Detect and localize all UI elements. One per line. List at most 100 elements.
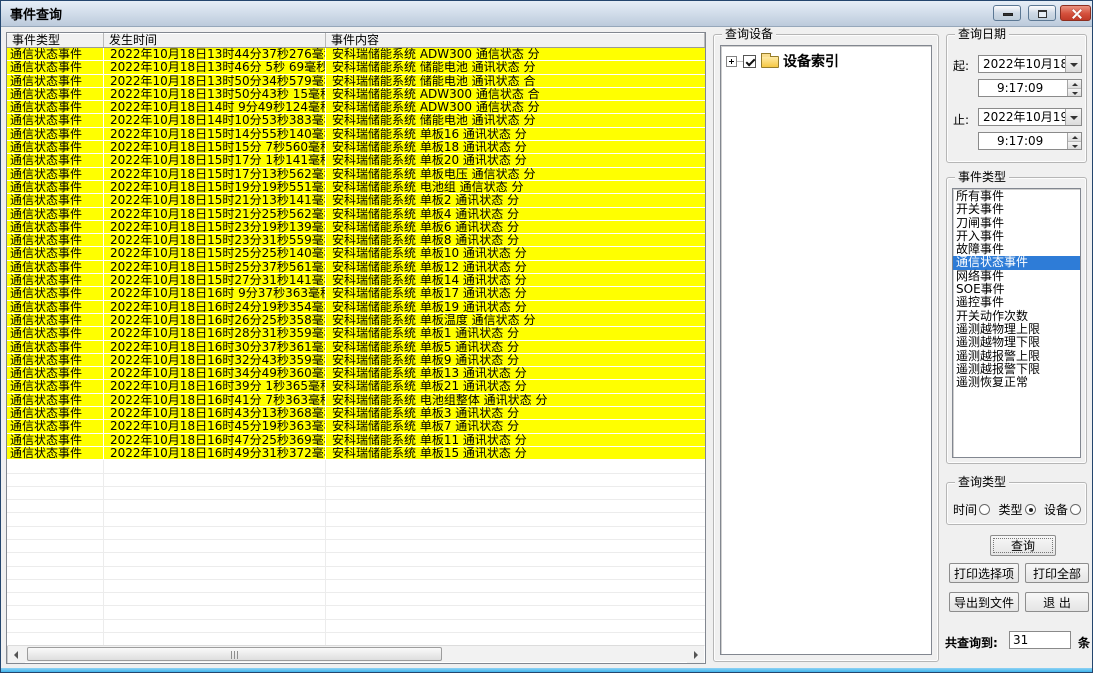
event-type-option[interactable]: 遥控事件 bbox=[953, 296, 1080, 309]
to-date-dropdown-button[interactable] bbox=[1065, 109, 1081, 125]
table-row[interactable]: 通信状态事件2022年10月18日16时26分25秒358毫秒安科瑞储能系统 单… bbox=[7, 314, 705, 327]
print-selected-button[interactable]: 打印选择项 bbox=[949, 563, 1019, 583]
spin-down-icon[interactable] bbox=[1068, 142, 1081, 150]
event-query-window: 事件查询 事件类型 发生时间 事件内容 通信状态事件2022年10月18日13时… bbox=[0, 0, 1093, 673]
scroll-right-button[interactable] bbox=[687, 646, 704, 663]
table-row[interactable]: 通信状态事件2022年10月18日15时25分37秒561毫秒安科瑞储能系统 单… bbox=[7, 261, 705, 274]
cell-content: 安科瑞储能系统 单板14 通讯状态 分 bbox=[326, 274, 705, 286]
cell-time: 2022年10月18日15时21分13秒141毫秒 bbox=[104, 194, 326, 206]
export-to-file-button[interactable]: 导出到文件 bbox=[949, 592, 1019, 612]
minimize-button[interactable] bbox=[993, 5, 1021, 21]
tree-expand-icon[interactable] bbox=[726, 56, 737, 67]
column-header-time[interactable]: 发生时间 bbox=[104, 33, 326, 47]
query-type-option[interactable]: 类型 bbox=[998, 501, 1035, 518]
table-row[interactable]: 通信状态事件2022年10月18日15时25分25秒140毫秒安科瑞储能系统 单… bbox=[7, 247, 705, 260]
table-row[interactable]: 通信状态事件2022年10月18日16时24分19秒354毫秒安科瑞储能系统 单… bbox=[7, 301, 705, 314]
cell-event-type: 通信状态事件 bbox=[7, 154, 104, 166]
scrollbar-thumb[interactable] bbox=[27, 647, 442, 661]
table-row[interactable]: 通信状态事件2022年10月18日16时28分31秒359毫秒安科瑞储能系统 单… bbox=[7, 327, 705, 340]
table-row[interactable]: 通信状态事件2022年10月18日15时21分13秒141毫秒安科瑞储能系统 单… bbox=[7, 194, 705, 207]
table-row[interactable]: 通信状态事件2022年10月18日16时49分31秒372毫秒安科瑞储能系统 单… bbox=[7, 447, 705, 460]
horizontal-scrollbar[interactable] bbox=[8, 645, 704, 662]
radio-button-icon[interactable] bbox=[1025, 504, 1036, 515]
event-type-option[interactable]: 开关动作次数 bbox=[953, 310, 1080, 323]
result-count-field[interactable] bbox=[1009, 631, 1071, 649]
table-row[interactable]: 通信状态事件2022年10月18日15时23分19秒139毫秒安科瑞储能系统 单… bbox=[7, 221, 705, 234]
event-type-option[interactable]: 遥测越报警上限 bbox=[953, 350, 1080, 363]
table-row[interactable]: 通信状态事件2022年10月18日16时47分25秒369毫秒安科瑞储能系统 单… bbox=[7, 434, 705, 447]
event-type-option[interactable]: 开关事件 bbox=[953, 203, 1080, 216]
event-type-option[interactable]: SOE事件 bbox=[953, 283, 1080, 296]
spin-up-icon[interactable] bbox=[1068, 133, 1081, 142]
table-row[interactable]: 通信状态事件2022年10月18日16时39分 1秒365毫秒安科瑞储能系统 单… bbox=[7, 380, 705, 393]
print-all-button[interactable]: 打印全部 bbox=[1025, 563, 1089, 583]
event-type-option[interactable]: 所有事件 bbox=[953, 190, 1080, 203]
query-type-option[interactable]: 时间 bbox=[953, 501, 990, 518]
table-row[interactable]: 通信状态事件2022年10月18日16时45分19秒363毫秒安科瑞储能系统 单… bbox=[7, 420, 705, 433]
table-row[interactable]: 通信状态事件2022年10月18日15时23分31秒559毫秒安科瑞储能系统 单… bbox=[7, 234, 705, 247]
table-row[interactable]: 通信状态事件2022年10月18日16时32分43秒359毫秒安科瑞储能系统 单… bbox=[7, 354, 705, 367]
event-type-option[interactable]: 遥测恢复正常 bbox=[953, 376, 1080, 389]
table-row[interactable]: 通信状态事件2022年10月18日16时34分49秒360毫秒安科瑞储能系统 单… bbox=[7, 367, 705, 380]
table-row[interactable]: 通信状态事件2022年10月18日14时 9分49秒124毫秒安科瑞储能系统 A… bbox=[7, 101, 705, 114]
from-time-spinner[interactable]: 9:17:09 bbox=[978, 79, 1082, 97]
column-header-event-type[interactable]: 事件类型 bbox=[7, 33, 104, 47]
exit-button[interactable]: 退 出 bbox=[1025, 592, 1089, 612]
spin-down-icon[interactable] bbox=[1068, 89, 1081, 97]
cell-event-type: 通信状态事件 bbox=[7, 48, 104, 60]
table-row[interactable]: 通信状态事件2022年10月18日16时41分 7秒363毫秒安科瑞储能系统 电… bbox=[7, 394, 705, 407]
from-date-dropdown-button[interactable] bbox=[1065, 56, 1081, 72]
spin-up-icon[interactable] bbox=[1068, 80, 1081, 89]
table-row[interactable]: 通信状态事件2022年10月18日13时50分34秒579毫秒安科瑞储能系统 储… bbox=[7, 75, 705, 88]
table-row[interactable]: 通信状态事件2022年10月18日16时 9分37秒363毫秒安科瑞储能系统 单… bbox=[7, 287, 705, 300]
table-row[interactable]: 通信状态事件2022年10月18日16时43分13秒368毫秒安科瑞储能系统 单… bbox=[7, 407, 705, 420]
radio-button-icon[interactable] bbox=[1070, 504, 1081, 515]
query-type-option[interactable]: 设备 bbox=[1044, 501, 1081, 518]
table-row[interactable]: 通信状态事件2022年10月18日13时46分 5秒 69毫秒安科瑞储能系统 储… bbox=[7, 61, 705, 74]
event-type-option[interactable]: 通信状态事件 bbox=[953, 256, 1080, 269]
device-tree-root-item[interactable]: 设备索引 bbox=[726, 52, 931, 70]
cell-time: 2022年10月18日16时24分19秒354毫秒 bbox=[104, 301, 326, 313]
table-row[interactable]: 通信状态事件2022年10月18日16时30分37秒361毫秒安科瑞储能系统 单… bbox=[7, 341, 705, 354]
cell-content: 安科瑞储能系统 ADW300 通信状态 分 bbox=[326, 48, 705, 60]
cell-time: 2022年10月18日16时32分43秒359毫秒 bbox=[104, 354, 326, 366]
cell-time: 2022年10月18日15时17分 1秒141毫秒 bbox=[104, 154, 326, 166]
event-table: 事件类型 发生时间 事件内容 通信状态事件2022年10月18日13时44分37… bbox=[6, 32, 706, 664]
from-date-combobox[interactable]: 2022年10月18日 bbox=[978, 55, 1082, 73]
table-row[interactable]: 通信状态事件2022年10月18日15时19分19秒551毫秒安科瑞储能系统 电… bbox=[7, 181, 705, 194]
event-type-option[interactable]: 故障事件 bbox=[953, 243, 1080, 256]
cell-time: 2022年10月18日16时28分31秒359毫秒 bbox=[104, 327, 326, 339]
table-row[interactable]: 通信状态事件2022年10月18日13时44分37秒276毫秒安科瑞储能系统 A… bbox=[7, 48, 705, 61]
table-row[interactable]: 通信状态事件2022年10月18日15时17分13秒562毫秒安科瑞储能系统 单… bbox=[7, 168, 705, 181]
event-type-option[interactable]: 遥测越报警下限 bbox=[953, 363, 1080, 376]
column-header-content[interactable]: 事件内容 bbox=[326, 33, 705, 47]
table-row[interactable]: 通信状态事件2022年10月18日15时14分55秒140毫秒安科瑞储能系统 单… bbox=[7, 128, 705, 141]
event-type-option[interactable]: 遥测越物理上限 bbox=[953, 323, 1080, 336]
event-type-option[interactable]: 遥测越物理下限 bbox=[953, 336, 1080, 349]
device-root-checkbox[interactable] bbox=[743, 55, 756, 68]
maximize-button[interactable] bbox=[1028, 5, 1056, 21]
event-type-option[interactable]: 刀闸事件 bbox=[953, 217, 1080, 230]
table-row[interactable]: 通信状态事件2022年10月18日13时50分43秒 15毫秒安科瑞储能系统 A… bbox=[7, 88, 705, 101]
cell-time: 2022年10月18日15时19分19秒551毫秒 bbox=[104, 181, 326, 193]
table-row[interactable]: 通信状态事件2022年10月18日15时17分 1秒141毫秒安科瑞储能系统 单… bbox=[7, 154, 705, 167]
radio-button-icon[interactable] bbox=[979, 504, 990, 515]
cell-content: 安科瑞储能系统 单板9 通讯状态 分 bbox=[326, 354, 705, 366]
window-title: 事件查询 bbox=[10, 4, 62, 23]
from-date-label: 起: bbox=[953, 57, 969, 74]
to-date-combobox[interactable]: 2022年10月19日 bbox=[978, 108, 1082, 126]
query-button[interactable]: 查询 bbox=[990, 535, 1056, 556]
table-row[interactable]: 通信状态事件2022年10月18日15时27分31秒141毫秒安科瑞储能系统 单… bbox=[7, 274, 705, 287]
cell-content: 安科瑞储能系统 储能电池 通讯状态 分 bbox=[326, 61, 705, 73]
scroll-left-button[interactable] bbox=[8, 646, 25, 663]
table-row[interactable]: 通信状态事件2022年10月18日14时10分53秒383毫秒安科瑞储能系统 储… bbox=[7, 114, 705, 127]
to-time-spinner[interactable]: 9:17:09 bbox=[978, 132, 1082, 150]
event-type-option[interactable]: 网络事件 bbox=[953, 270, 1080, 283]
table-row[interactable]: 通信状态事件2022年10月18日15时21分25秒562毫秒安科瑞储能系统 单… bbox=[7, 208, 705, 221]
cell-event-type: 通信状态事件 bbox=[7, 221, 104, 233]
cell-event-type: 通信状态事件 bbox=[7, 75, 104, 87]
result-count-label: 共查询到: bbox=[945, 634, 998, 651]
table-row[interactable]: 通信状态事件2022年10月18日15时15分 7秒560毫秒安科瑞储能系统 单… bbox=[7, 141, 705, 154]
close-button[interactable] bbox=[1060, 5, 1091, 21]
cell-event-type: 通信状态事件 bbox=[7, 420, 104, 432]
